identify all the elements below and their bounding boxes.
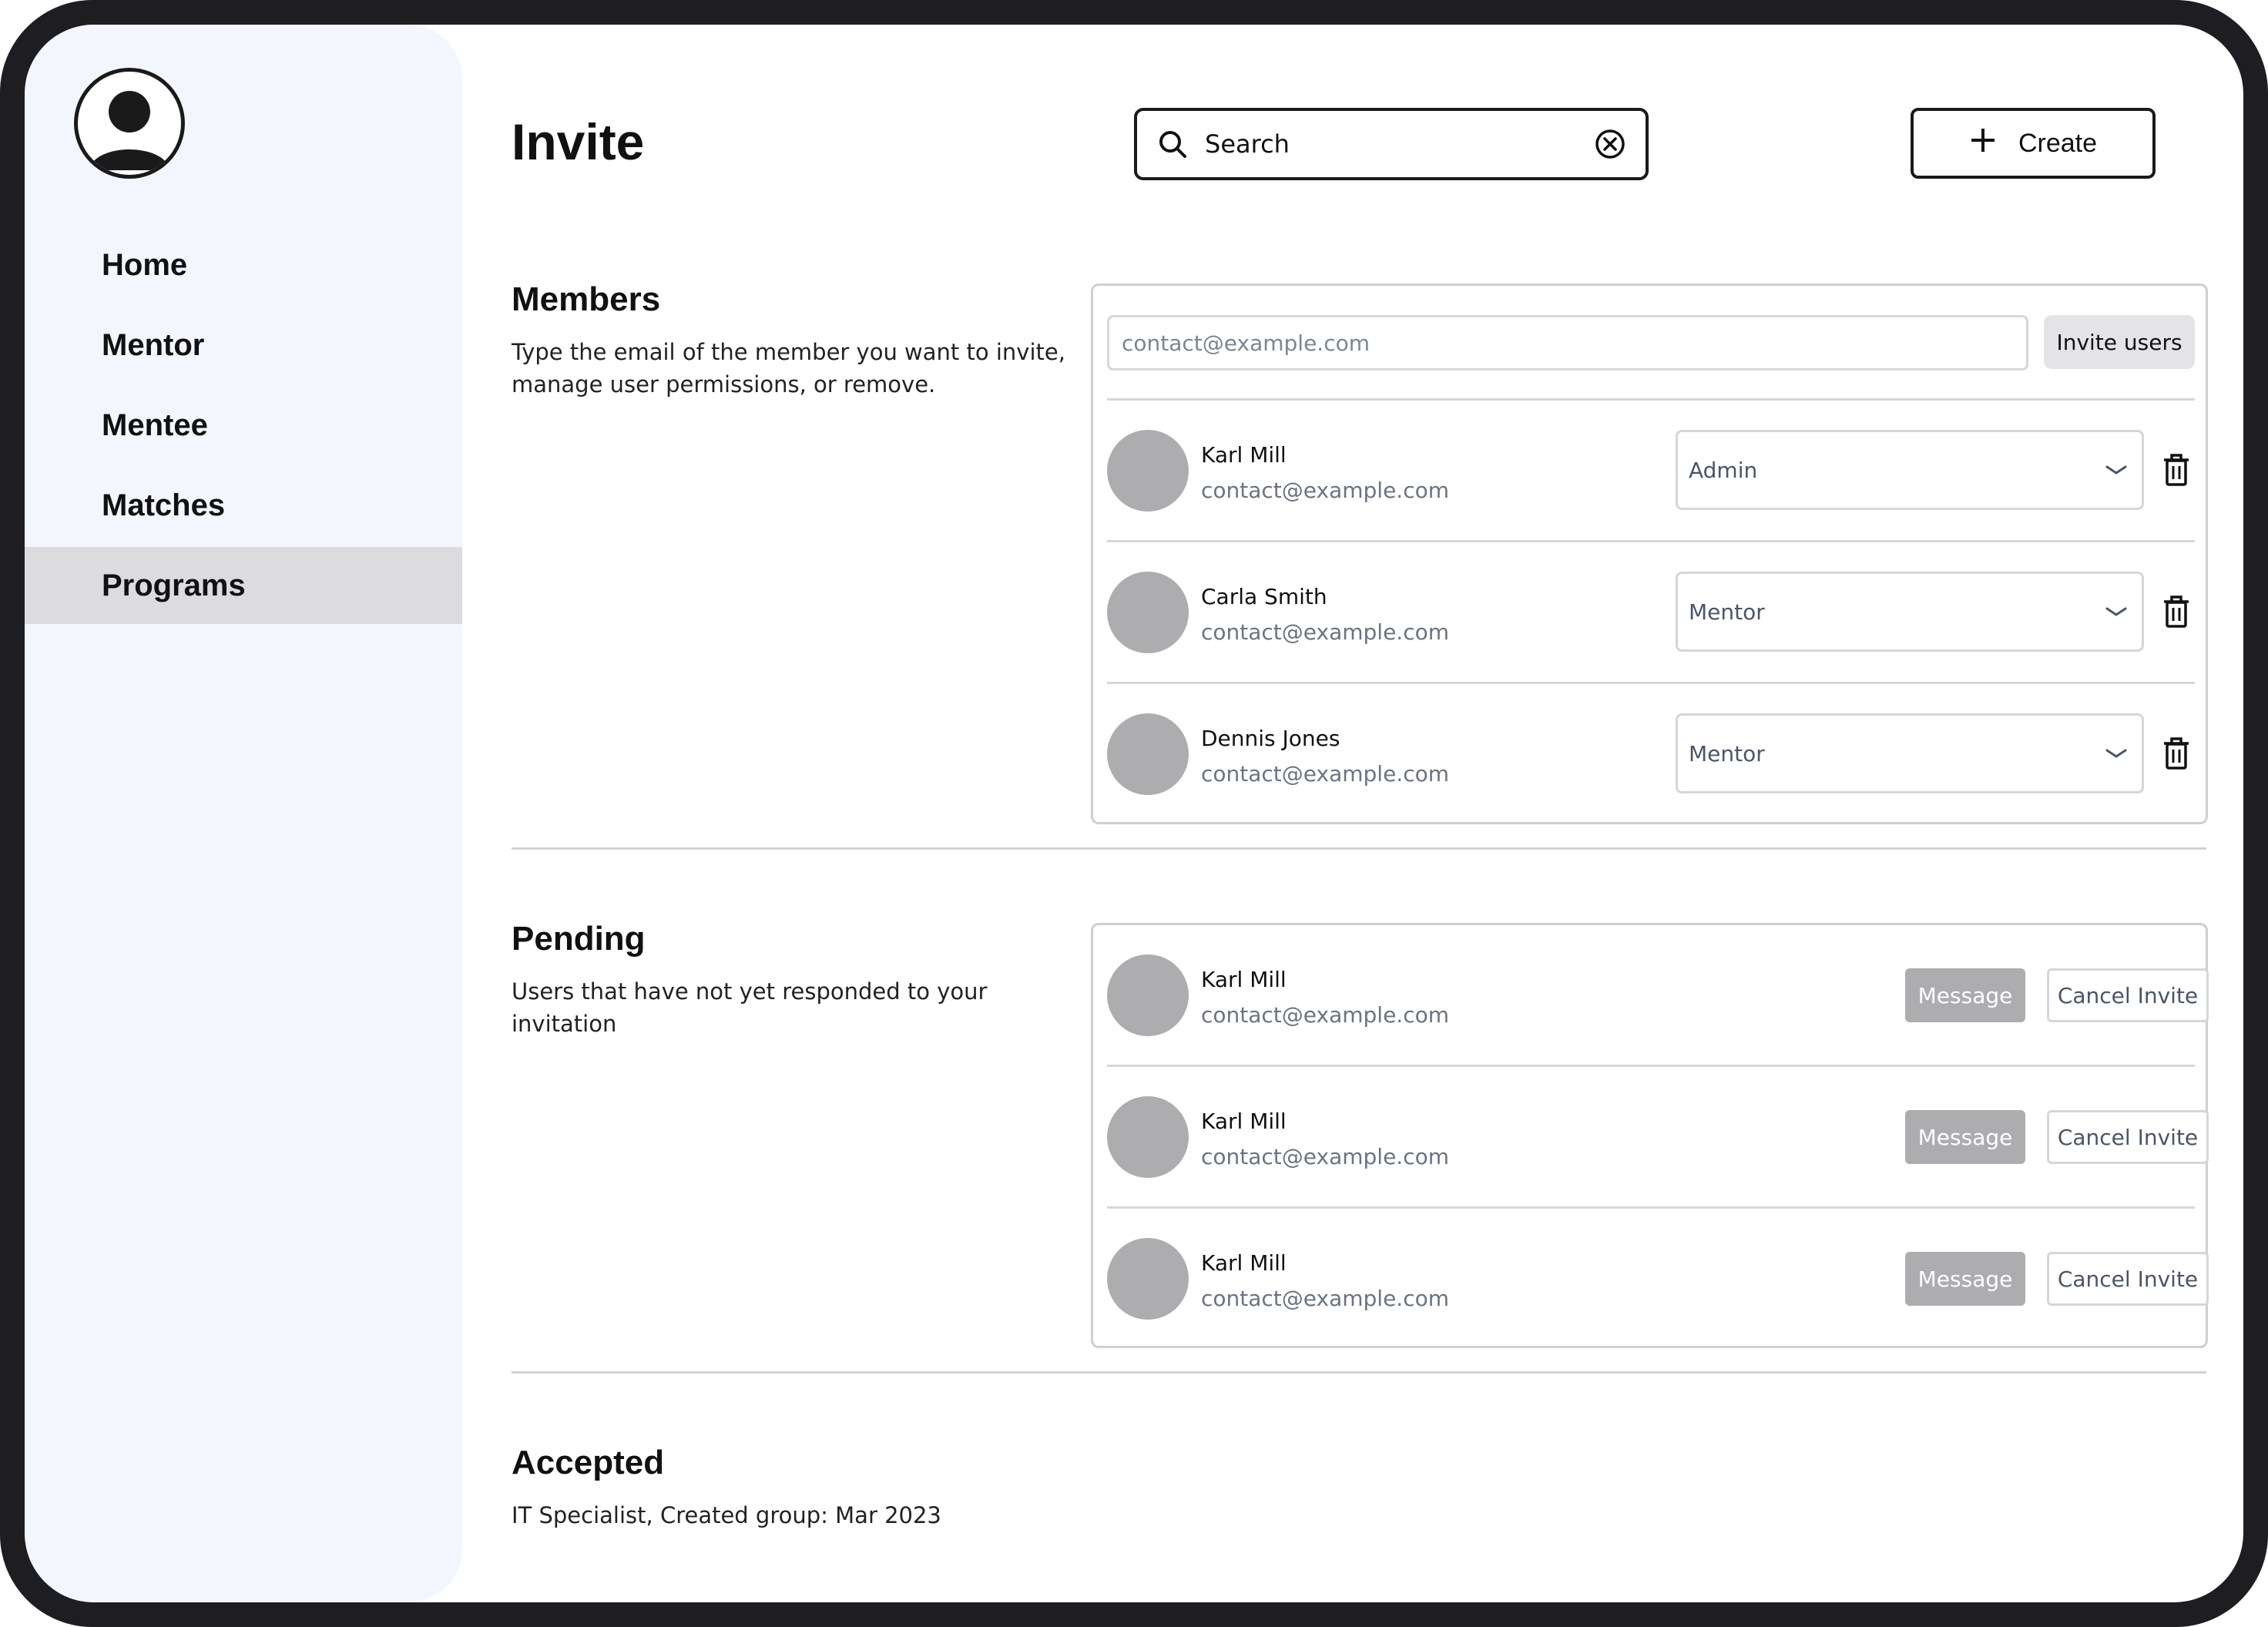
- trash-icon[interactable]: [2161, 595, 2192, 629]
- pending-row: Karl Mill contact@example.com Message Ca…: [1107, 1206, 2209, 1348]
- chevron-down-icon: [2105, 600, 2128, 623]
- members-card: Invite users Karl Mill contact@example.c…: [1091, 283, 2208, 824]
- member-email: contact@example.com: [1201, 761, 1449, 787]
- avatar: [1107, 430, 1189, 512]
- message-button[interactable]: Message: [1905, 1252, 2025, 1306]
- search-input[interactable]: [1205, 129, 1593, 159]
- member-email: contact@example.com: [1201, 478, 1449, 503]
- role-select[interactable]: Mentor: [1676, 572, 2144, 652]
- cancel-invite-button[interactable]: Cancel Invite: [2047, 968, 2209, 1022]
- main-content: Invite Create Members Type the email of …: [512, 25, 2231, 1602]
- plus-icon: [1969, 126, 1997, 161]
- search-box[interactable]: [1134, 108, 1649, 180]
- members-title: Members: [512, 280, 661, 318]
- member-row: Dennis Jones contact@example.com Mentor: [1107, 682, 2195, 824]
- role-select[interactable]: Admin: [1676, 430, 2144, 510]
- pending-title: Pending: [512, 920, 646, 958]
- avatar: [1107, 713, 1189, 795]
- member-name: Dennis Jones: [1201, 726, 1340, 751]
- pending-description: Users that have not yet responded to you…: [512, 978, 988, 1037]
- sidebar-item-matches[interactable]: Matches: [25, 467, 462, 544]
- app-screen: Home Mentor Mentee Matches Programs Invi…: [25, 25, 2243, 1602]
- accepted-description: IT Specialist, Created group: Mar 2023: [512, 1502, 941, 1528]
- invite-email-input[interactable]: [1107, 315, 2028, 371]
- cancel-invite-button[interactable]: Cancel Invite: [2047, 1252, 2209, 1306]
- invite-row: Invite users: [1107, 315, 2195, 371]
- search-icon: [1156, 127, 1189, 161]
- chevron-down-icon: [2105, 742, 2128, 765]
- accepted-title: Accepted: [512, 1444, 665, 1481]
- role-select-value: Mentor: [1689, 740, 1765, 767]
- avatar: [1107, 572, 1189, 653]
- member-name: Carla Smith: [1201, 584, 1327, 609]
- pending-card: Karl Mill contact@example.com Message Ca…: [1091, 923, 2209, 1348]
- device-frame: Home Mentor Mentee Matches Programs Invi…: [0, 0, 2268, 1627]
- chevron-down-icon: [2105, 458, 2128, 481]
- section-divider: [512, 847, 2206, 850]
- message-button[interactable]: Message: [1905, 1110, 2025, 1164]
- avatar: [1107, 1238, 1189, 1320]
- role-select[interactable]: Mentor: [1676, 713, 2144, 793]
- page-title: Invite: [512, 113, 645, 170]
- pending-row: Karl Mill contact@example.com Message Ca…: [1107, 925, 2209, 1067]
- role-select-value: Admin: [1689, 457, 1758, 483]
- sidebar-item-mentee[interactable]: Mentee: [25, 387, 462, 464]
- member-row: Carla Smith contact@example.com Mentor: [1107, 540, 2195, 682]
- pending-email: contact@example.com: [1201, 1286, 1449, 1311]
- pending-name: Karl Mill: [1201, 1109, 1287, 1134]
- message-button[interactable]: Message: [1905, 968, 2025, 1022]
- members-description: Type the email of the member you want to…: [512, 339, 1065, 398]
- clear-search-icon[interactable]: [1593, 127, 1627, 161]
- sidebar-nav: Home Mentor Mentee Matches Programs: [25, 226, 462, 627]
- trash-icon[interactable]: [2161, 453, 2192, 487]
- sidebar-item-home[interactable]: Home: [25, 226, 462, 304]
- pending-name: Karl Mill: [1201, 1250, 1287, 1276]
- pending-email: contact@example.com: [1201, 1144, 1449, 1169]
- pending-row: Karl Mill contact@example.com Message Ca…: [1107, 1065, 2209, 1206]
- sidebar: Home Mentor Mentee Matches Programs: [25, 25, 462, 1602]
- member-name: Karl Mill: [1201, 442, 1287, 468]
- avatar: [1107, 1096, 1189, 1178]
- invite-users-button[interactable]: Invite users: [2044, 315, 2195, 369]
- trash-icon[interactable]: [2161, 736, 2192, 770]
- profile-avatar-icon[interactable]: [74, 68, 185, 179]
- create-button[interactable]: Create: [1911, 108, 2156, 179]
- member-row: Karl Mill contact@example.com Admin: [1107, 398, 2195, 540]
- avatar: [1107, 954, 1189, 1036]
- sidebar-item-mentor[interactable]: Mentor: [25, 307, 462, 384]
- role-select-value: Mentor: [1689, 599, 1765, 625]
- section-divider: [512, 1371, 2206, 1374]
- pending-name: Karl Mill: [1201, 967, 1287, 992]
- create-button-label: Create: [2018, 128, 2098, 158]
- member-email: contact@example.com: [1201, 619, 1449, 645]
- sidebar-item-programs[interactable]: Programs: [25, 547, 462, 624]
- pending-email: contact@example.com: [1201, 1002, 1449, 1028]
- cancel-invite-button[interactable]: Cancel Invite: [2047, 1110, 2209, 1164]
